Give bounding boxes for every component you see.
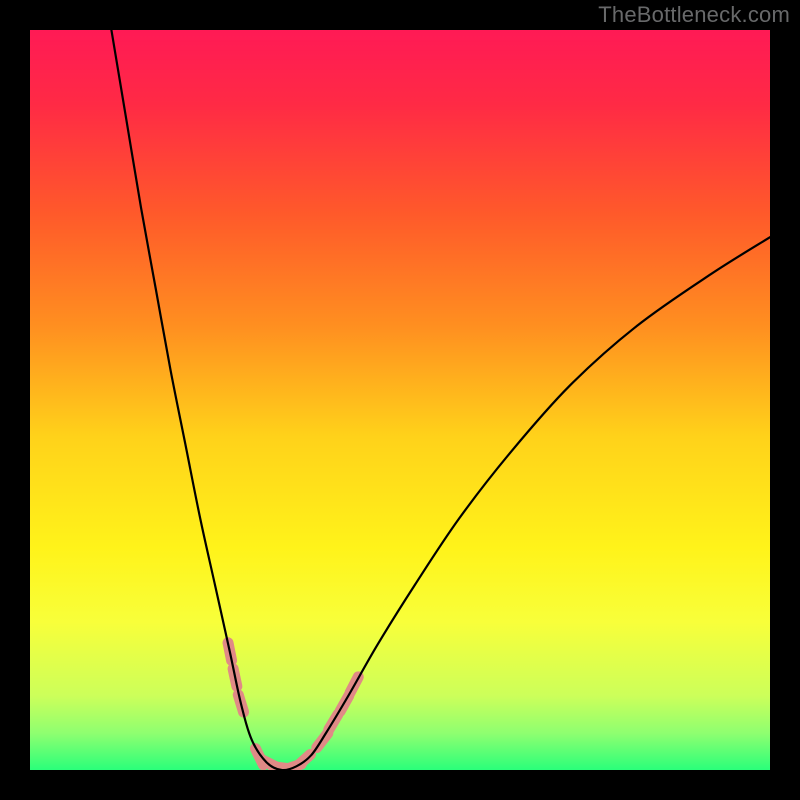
watermark-text: TheBottleneck.com [598,2,790,28]
chart-frame: TheBottleneck.com [0,0,800,800]
chart-svg [30,30,770,770]
gradient-background [30,30,770,770]
plot-area [30,30,770,770]
